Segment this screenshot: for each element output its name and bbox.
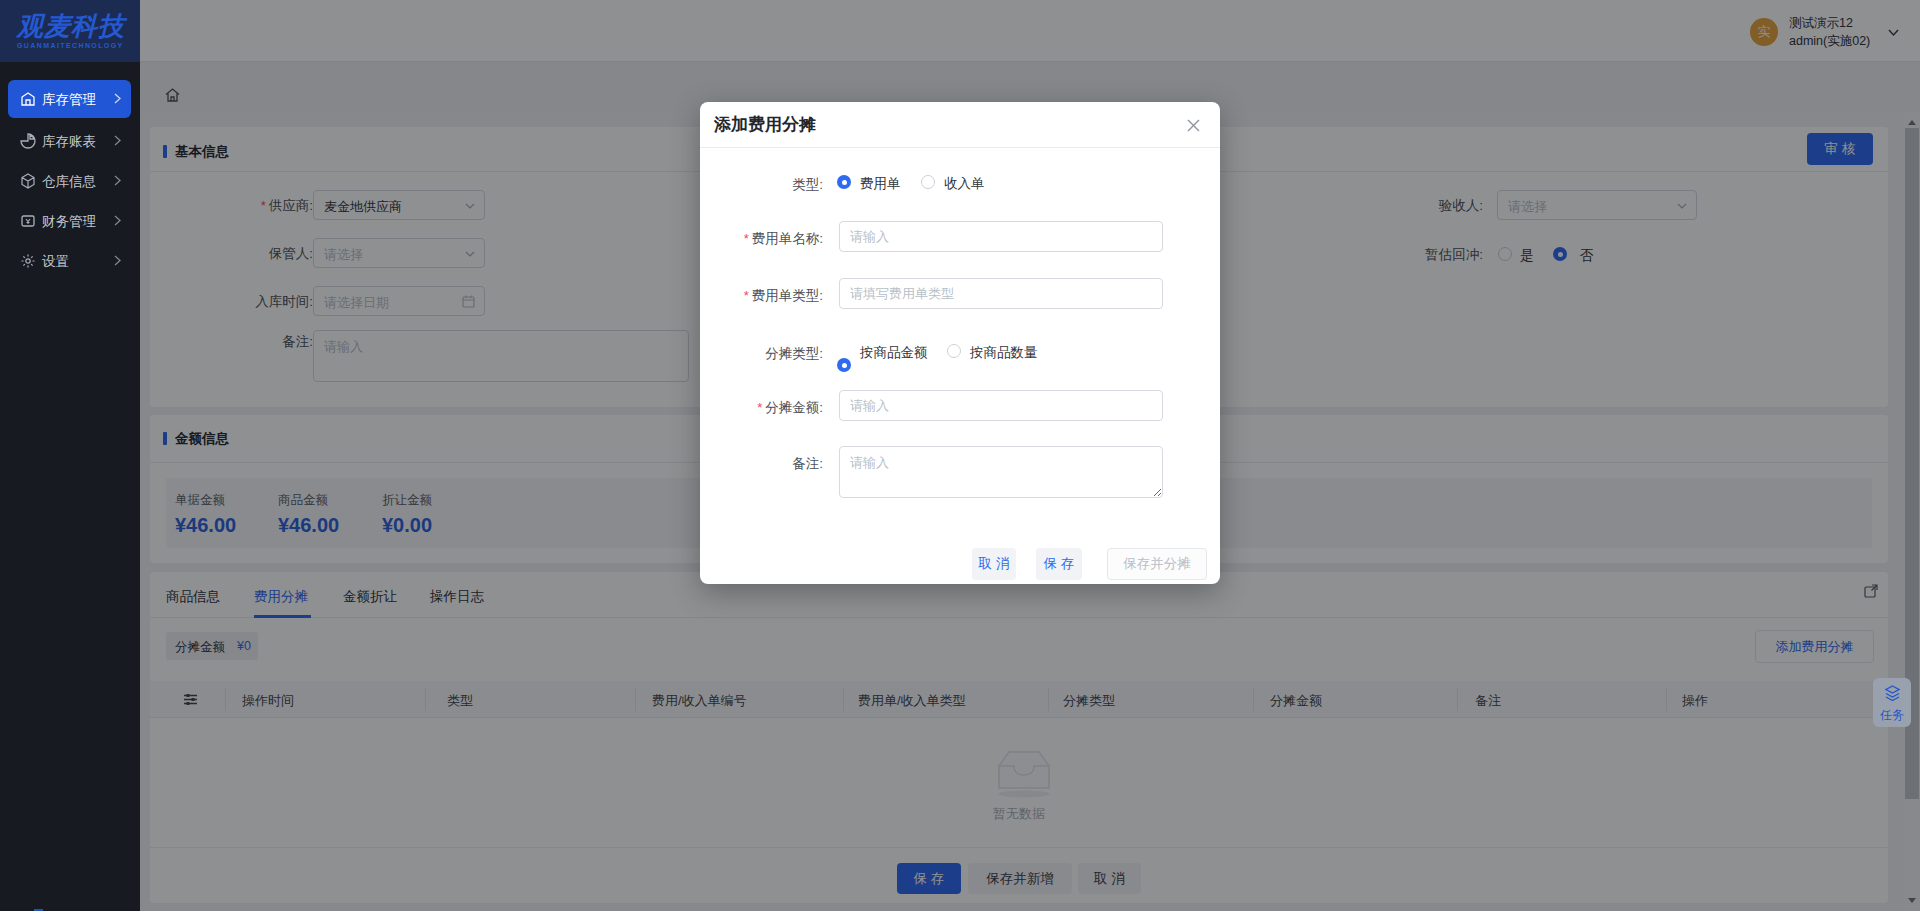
layers-icon [1884, 685, 1901, 702]
sidebar-item-label: 财务管理 [42, 213, 96, 231]
sidebar-item-settings[interactable]: 设置 [8, 242, 131, 280]
expense-type-input[interactable] [839, 278, 1163, 309]
modal-remark-label: 备注: [700, 455, 823, 473]
radio-income-label: 收入单 [944, 175, 985, 193]
chevron-right-icon [114, 255, 121, 266]
modal-remark-textarea[interactable] [839, 446, 1163, 498]
logo-title: 观麦科技 [17, 9, 125, 44]
warehouse-icon [20, 91, 36, 107]
sidebar-item-label: 库存账表 [42, 133, 96, 151]
sidebar-item-inventory-ledger[interactable]: 库存账表 [8, 122, 131, 160]
divider [700, 147, 1220, 148]
required-star: * [744, 288, 749, 303]
radio-by-amount-label: 按商品金额 [860, 344, 928, 362]
logo-block: 观麦科技 GUANMAITECHNOLOGY [0, 0, 140, 62]
share-amount-label: *分摊金额: [700, 399, 823, 417]
radio-expense-label: 费用单 [860, 175, 901, 193]
dialog-save-allocate-button[interactable]: 保存并分摊 [1107, 548, 1207, 580]
chevron-right-icon [114, 215, 121, 226]
radio-by-quantity-label: 按商品数量 [970, 344, 1038, 362]
sidebar: 库存管理 库存账表 仓库信息 财务管理 设置 折叠菜单 [0, 62, 140, 911]
sidebar-item-warehouse-info[interactable]: 仓库信息 [8, 162, 131, 200]
dialog-save-button[interactable]: 保 存 [1036, 548, 1082, 580]
share-amount-input[interactable] [839, 390, 1163, 421]
sidebar-item-label: 仓库信息 [42, 173, 96, 191]
close-icon[interactable] [1186, 118, 1201, 133]
required-star: * [744, 231, 749, 246]
app-root: 实 测试演示12 admin(实施02) 观麦科技 GUANMAITECHNOL… [0, 0, 1920, 911]
sidebar-item-label: 设置 [42, 253, 69, 271]
chevron-right-icon [114, 93, 121, 104]
gear-icon [20, 253, 36, 269]
logo-subtitle: GUANMAITECHNOLOGY [17, 42, 124, 49]
dialog-cancel-button[interactable]: 取 消 [972, 548, 1016, 580]
task-widget[interactable]: 任务 [1873, 678, 1911, 727]
expense-type-label: *费用单类型: [700, 287, 823, 305]
share-type-label: 分摊类型: [700, 345, 823, 363]
chevron-right-icon [114, 175, 121, 186]
cube-icon [20, 173, 36, 189]
task-label: 任务 [1873, 707, 1911, 724]
chevron-right-icon [114, 135, 121, 146]
radio-expense[interactable] [837, 175, 851, 189]
wallet-icon [20, 213, 36, 229]
radio-by-quantity[interactable] [947, 344, 961, 358]
sidebar-item-label: 库存管理 [42, 91, 96, 109]
radio-income[interactable] [921, 175, 935, 189]
sidebar-item-inventory-mgmt[interactable]: 库存管理 [8, 80, 131, 118]
pie-chart-icon [20, 133, 36, 149]
expense-name-input[interactable] [839, 221, 1163, 252]
dialog-title: 添加费用分摊 [714, 113, 816, 136]
required-star: * [757, 400, 762, 415]
add-expense-allocation-dialog: 添加费用分摊 类型: 费用单 收入单 *费用单名称: *费用单类型: 分摊类型:… [700, 102, 1220, 584]
type-label: 类型: [700, 176, 823, 194]
expense-name-label: *费用单名称: [700, 230, 823, 248]
radio-by-amount[interactable] [837, 358, 851, 372]
sidebar-item-finance-mgmt[interactable]: 财务管理 [8, 202, 131, 240]
collapse-menu-button[interactable]: 折叠菜单 [0, 907, 140, 911]
